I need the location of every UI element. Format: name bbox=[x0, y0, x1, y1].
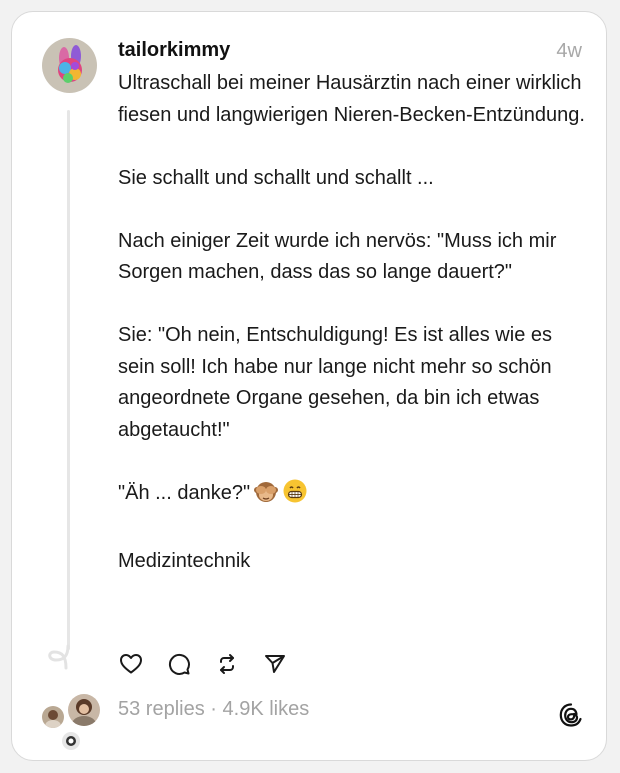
post-body: Ultraschall bei meiner Hausärztin nach e… bbox=[118, 68, 588, 609]
replies-count[interactable]: 53 replies bbox=[118, 698, 205, 720]
post-tag[interactable]: Medizintechnik bbox=[118, 546, 588, 578]
comment-icon bbox=[168, 653, 190, 675]
repost-button[interactable] bbox=[214, 651, 240, 677]
post-stats: 53 replies · 4.9K likes bbox=[118, 698, 309, 721]
grinning-face-icon bbox=[282, 478, 308, 515]
post-card: tailorkimmy 4w Ultraschall bei meiner Ha… bbox=[11, 11, 607, 761]
replier-avatar bbox=[66, 692, 102, 728]
thread-curl bbox=[48, 644, 70, 670]
post-closing-line: "Äh ... danke?" bbox=[118, 478, 588, 515]
heart-icon bbox=[120, 654, 142, 674]
reply-avatars[interactable] bbox=[38, 692, 102, 752]
thread-line bbox=[67, 110, 70, 650]
stats-separator: · bbox=[210, 698, 217, 720]
reply-button[interactable] bbox=[166, 651, 192, 677]
post-paragraph: Nach einiger Zeit wurde ich nervös: "Mus… bbox=[118, 229, 557, 284]
username[interactable]: tailorkimmy bbox=[118, 39, 230, 62]
author-avatar[interactable] bbox=[42, 38, 97, 93]
post-paragraph: Sie schallt und schallt und schallt ... bbox=[118, 166, 434, 189]
likes-count[interactable]: 4.9K likes bbox=[223, 698, 310, 720]
closing-text: "Äh ... danke?" bbox=[118, 481, 251, 504]
post-paragraph: Ultraschall bei meiner Hausärztin nach e… bbox=[118, 72, 585, 126]
replier-avatar bbox=[40, 704, 66, 730]
threads-logo-icon[interactable] bbox=[558, 702, 584, 728]
post-paragraph: Sie: "Oh nein, Entschuldigung! Es ist al… bbox=[118, 324, 552, 441]
post-timestamp: 4w bbox=[556, 40, 582, 62]
repost-icon bbox=[220, 654, 234, 674]
share-button[interactable] bbox=[262, 651, 288, 677]
send-icon bbox=[265, 655, 285, 673]
see-no-evil-monkey-icon bbox=[253, 478, 279, 515]
replier-avatar bbox=[60, 730, 82, 752]
action-bar bbox=[118, 651, 288, 677]
like-button[interactable] bbox=[118, 651, 144, 677]
